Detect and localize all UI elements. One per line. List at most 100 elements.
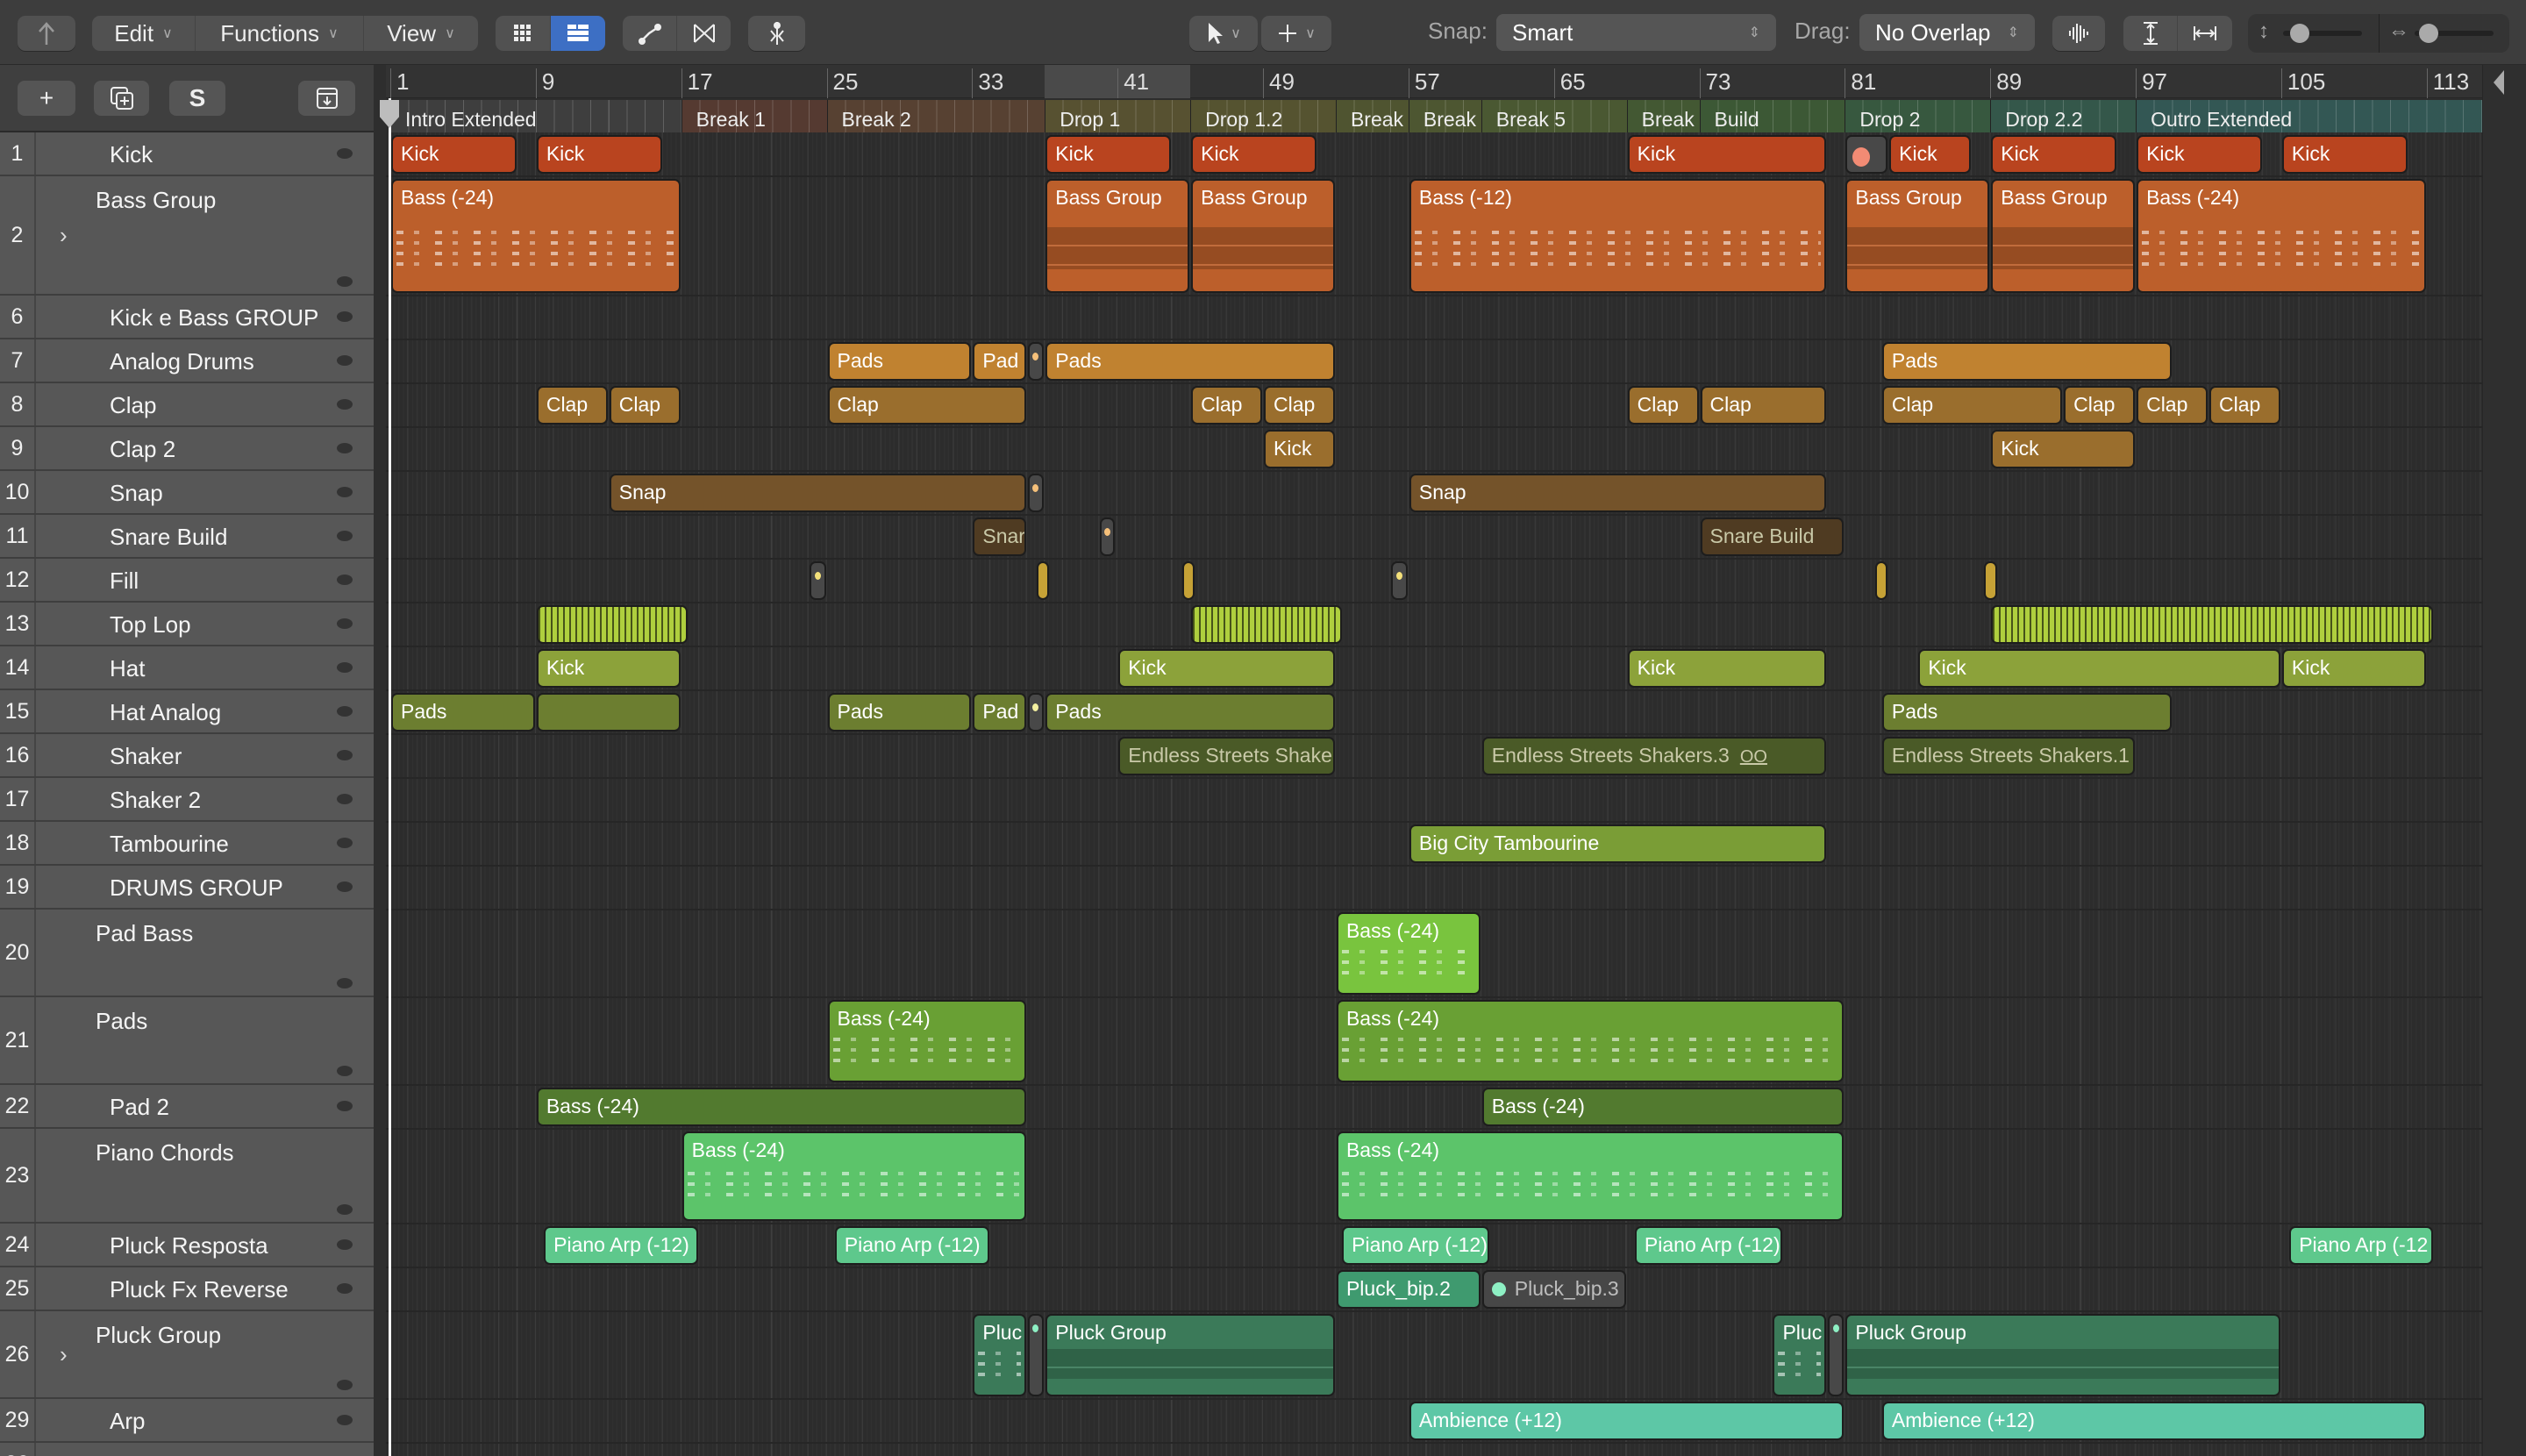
region[interactable]: Pads	[827, 342, 972, 381]
track-header[interactable]: 13 Top Lop	[0, 603, 374, 646]
region[interactable]: Bass (-24)	[2137, 179, 2426, 293]
track-name[interactable]: Kick e Bass GROUP	[110, 304, 318, 332]
track-name[interactable]: Shaker 2	[110, 787, 201, 814]
track-status-dot[interactable]	[337, 881, 353, 892]
region[interactable]: Pluck Group	[1845, 1314, 2280, 1396]
track-header[interactable]: 2 Bass Group ›	[0, 176, 374, 296]
track-status-dot[interactable]	[337, 1415, 353, 1425]
track-header[interactable]: 6 Kick e Bass GROUP	[0, 296, 374, 339]
region[interactable]: Pads	[827, 693, 972, 732]
region[interactable]: Pluc	[973, 1314, 1026, 1396]
region[interactable]: Bass (-24)	[827, 1000, 1026, 1082]
track-header[interactable]: 16 Shaker	[0, 734, 374, 778]
track-status-dot[interactable]	[337, 662, 353, 673]
marker[interactable]: Drop 2.2	[1990, 100, 2137, 132]
track-name[interactable]: Bass Group	[96, 187, 216, 214]
track-header[interactable]: 20 Pad Bass	[0, 910, 374, 997]
region[interactable]: Clap	[609, 386, 681, 425]
functions-menu[interactable]: Functions ∨	[196, 16, 364, 51]
track-status-dot[interactable]	[337, 1101, 353, 1111]
region[interactable]: Kick	[391, 135, 517, 174]
region[interactable]: Endless Streets Shakers.3 OO	[1481, 737, 1826, 775]
track-status-dot[interactable]	[337, 355, 353, 366]
track-name[interactable]: Snap	[110, 480, 163, 507]
track-header[interactable]: 14 Hat	[0, 646, 374, 690]
track-status-dot[interactable]	[337, 443, 353, 453]
track-header[interactable]: 23 Piano Chords	[0, 1129, 374, 1224]
region[interactable]	[536, 693, 681, 732]
track-status-dot[interactable]	[337, 1239, 353, 1250]
track-header[interactable]: 17 Shaker 2	[0, 778, 374, 822]
add-track-button[interactable]: +	[18, 81, 75, 116]
track-header[interactable]: 9 Clap 2	[0, 427, 374, 471]
automation-button[interactable]	[623, 16, 677, 51]
region[interactable]: Kick	[536, 135, 662, 174]
track-name[interactable]: Arp	[110, 1408, 145, 1435]
region[interactable]: Kick	[1045, 135, 1172, 174]
track-name[interactable]: Fill	[110, 567, 139, 595]
region[interactable]: Bass (-12)	[1409, 179, 1826, 293]
region[interactable]: Clap	[2064, 386, 2136, 425]
region[interactable]: Snare Build	[1700, 517, 1845, 556]
track-name[interactable]: Pluck Group	[96, 1322, 221, 1349]
region[interactable]: Bass Group	[1191, 179, 1335, 293]
track-name[interactable]: Piano Chords	[96, 1139, 234, 1167]
track-name[interactable]: Pluck Resposta	[110, 1232, 268, 1260]
region[interactable]: Kick	[1191, 135, 1317, 174]
region[interactable]	[1027, 1314, 1045, 1396]
disclosure-chevron-icon[interactable]: ›	[60, 222, 68, 249]
region[interactable]	[809, 561, 826, 600]
track-status-dot[interactable]	[337, 978, 353, 989]
region[interactable]: Bass (-24)	[391, 179, 681, 293]
duplicate-track-button[interactable]	[94, 81, 149, 116]
region[interactable]: Endless Streets Shake	[1118, 737, 1335, 775]
region[interactable]: Kick	[1918, 649, 2280, 688]
edit-menu[interactable]: Edit ∨	[92, 16, 196, 51]
crossfade-button[interactable]	[677, 16, 731, 51]
marker[interactable]: Break	[1335, 100, 1409, 132]
track-name[interactable]: Shaker	[110, 743, 182, 770]
track-header[interactable]: 7 Analog Drums	[0, 339, 374, 383]
region[interactable]: Piano Arp (-12	[2289, 1226, 2434, 1265]
track-header[interactable]: 18 Tambourine	[0, 822, 374, 866]
track-status-dot[interactable]	[337, 750, 353, 760]
disclosure-chevron-icon[interactable]: ›	[60, 1341, 68, 1368]
region[interactable]: Bass (-24)	[1481, 1088, 1845, 1126]
track-header[interactable]: 1 Kick	[0, 132, 374, 176]
track-name[interactable]: Top Lop	[110, 611, 191, 639]
region[interactable]: Kick	[2281, 649, 2426, 688]
catch-track-button[interactable]	[298, 81, 355, 116]
track-header[interactable]: 25 Pluck Fx Reverse	[0, 1267, 374, 1311]
region[interactable]	[1391, 561, 1408, 600]
region[interactable]	[536, 605, 688, 644]
region[interactable]	[1181, 561, 1195, 600]
drag-select[interactable]: No Overlap ⇕	[1859, 14, 2035, 51]
track-status-dot[interactable]	[337, 311, 353, 322]
region[interactable]: Kick	[1627, 135, 1826, 174]
region[interactable]: Pluck_bip.2	[1336, 1270, 1481, 1309]
track-header[interactable]: 19 DRUMS GROUP	[0, 866, 374, 910]
track-status-dot[interactable]	[337, 1204, 353, 1215]
region[interactable]: Snap	[1409, 474, 1826, 512]
track-status-dot[interactable]	[337, 487, 353, 497]
track-header[interactable]: 29 Arp	[0, 1399, 374, 1443]
region[interactable]: Piano Arp (-12)	[544, 1226, 699, 1265]
region[interactable]: Pluc	[1773, 1314, 1826, 1396]
vertical-zoom-knob[interactable]	[2290, 24, 2309, 43]
region[interactable]: Kick	[536, 649, 681, 688]
grid-view-button[interactable]	[496, 16, 551, 51]
region[interactable]: Bass Group	[1045, 179, 1190, 293]
region[interactable]: Snap	[609, 474, 1026, 512]
region[interactable]: Pad	[973, 693, 1026, 732]
region[interactable]: Pads	[391, 693, 535, 732]
marker[interactable]: Build	[1699, 100, 1845, 132]
region[interactable]	[1845, 135, 1888, 174]
region[interactable]: Pad	[973, 342, 1026, 381]
track-name[interactable]: Clap 2	[110, 436, 175, 463]
vertical-zoom-fit-button[interactable]	[2123, 16, 2178, 51]
waveform-zoom-button[interactable]	[2052, 16, 2105, 51]
region[interactable]	[1027, 474, 1045, 512]
region[interactable]: Pads	[1045, 693, 1335, 732]
track-status-dot[interactable]	[337, 1380, 353, 1390]
tracks-view-button[interactable]	[551, 16, 605, 51]
